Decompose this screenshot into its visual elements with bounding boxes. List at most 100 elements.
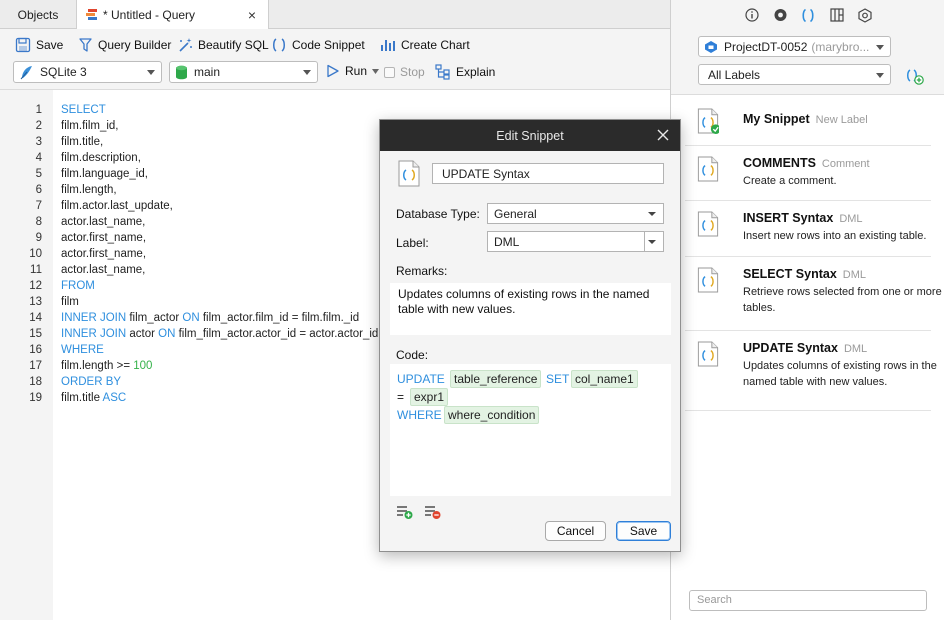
add-placeholder-icon[interactable] [396, 504, 414, 520]
line-number: 11 [30, 264, 42, 276]
snippet-file-icon [697, 211, 719, 237]
database-type-select[interactable]: General [487, 203, 664, 224]
hexagon-icon[interactable] [857, 7, 873, 23]
snippet-title: SELECT Syntax DML [743, 267, 866, 281]
line-number: 19 [29, 392, 42, 404]
database-select[interactable]: main [169, 61, 318, 83]
line-number: 10 [29, 248, 42, 260]
dialog-title-bar: Edit Snippet [380, 120, 680, 151]
label-label: Label: [396, 236, 429, 250]
label-filter-value: All Labels [708, 67, 761, 82]
snippet-item[interactable]: UPDATE Syntax DML Updates columns of exist… [685, 331, 937, 411]
remarks-label: Remarks: [396, 264, 448, 278]
dialog-save-button[interactable]: Save [616, 521, 671, 541]
snippet-title-text: INSERT Syntax [743, 211, 834, 225]
cancel-label: Cancel [556, 524, 595, 538]
sql-token: ASC [102, 392, 127, 404]
line-number: 16 [29, 344, 42, 356]
sqlite-icon [20, 65, 32, 79]
tab-bar: Objects * Untitled - Query × [0, 0, 670, 30]
chevron-down-icon [147, 70, 155, 75]
sql-token: ON [182, 312, 200, 324]
label-filter-select[interactable]: All Labels [698, 64, 891, 85]
code-snippet-button[interactable]: Code Snippet [271, 37, 365, 53]
chevron-down-icon[interactable] [372, 68, 380, 74]
placeholder-table-reference[interactable]: table_reference [450, 370, 542, 388]
code-editor[interactable]: UPDATE table_reference SET col_name1 = e… [390, 364, 671, 496]
tab-objects-label: Objects [17, 7, 59, 22]
connection-select[interactable]: SQLite 3 [13, 61, 162, 83]
eye-icon[interactable] [772, 7, 788, 23]
project-select[interactable]: ProjectDT-0052 (marybro... [698, 36, 891, 57]
snippet-search-input[interactable]: Search [689, 590, 927, 611]
line-number: 1 [35, 104, 42, 116]
keyword-set: SET [546, 372, 570, 386]
remove-placeholder-icon[interactable] [424, 504, 442, 520]
create-chart-button[interactable]: Create Chart [380, 37, 470, 53]
run-button[interactable]: Run [326, 64, 380, 78]
snippet-label-tag: DML [839, 213, 863, 225]
snippet-title-text: COMMENTS [743, 156, 816, 170]
add-snippet-icon[interactable] [904, 67, 924, 85]
query-builder-button[interactable]: Query Builder [78, 37, 171, 53]
code-text: SELECT [61, 102, 106, 118]
stop-button[interactable]: Stop [384, 65, 425, 79]
line-number: 2 [35, 120, 42, 132]
project-icon [705, 40, 717, 53]
close-tab-icon[interactable]: × [248, 7, 256, 23]
save-button[interactable]: Save [15, 37, 63, 53]
explain-button[interactable]: Explain [435, 64, 495, 80]
snippet-description: Insert new rows into an existing table. [743, 230, 927, 242]
keyword-update: UPDATE [397, 372, 445, 386]
chevron-down-icon [648, 212, 656, 216]
snippet-panel: ProjectDT-0052 (marybro... All Labels My… [670, 0, 944, 620]
app-window: Objects * Untitled - Query × Save Query … [0, 0, 944, 620]
code-snippet-icon[interactable] [800, 7, 816, 23]
placeholder-col-name1[interactable]: col_name1 [571, 370, 638, 388]
play-icon [327, 64, 339, 78]
explain-icon [435, 64, 450, 80]
code-text: FROM [61, 278, 95, 294]
dialog-save-label: Save [629, 524, 658, 538]
project-user: (marybro... [811, 39, 870, 54]
remarks-value: Updates columns of existing rows in the … [398, 287, 650, 316]
snippet-item[interactable]: SELECT Syntax DML Retrieve rows selected f… [685, 257, 942, 331]
snippet-item[interactable]: COMMENTS Comment Create a comment. [685, 146, 931, 201]
beautify-sql-button[interactable]: Beautify SQL [177, 37, 269, 53]
tab-objects[interactable]: Objects [0, 0, 77, 29]
snippet-description: Create a comment. [743, 175, 837, 187]
layout-icon[interactable] [829, 7, 845, 23]
code-text: actor.last_name, [61, 264, 146, 276]
snippet-file-icon [697, 156, 719, 182]
snippet-name-input[interactable]: UPDATE Syntax [432, 163, 664, 184]
database-value: main [194, 65, 221, 79]
placeholder-where-condition[interactable]: where_condition [444, 406, 540, 424]
snippet-title-text: My Snippet [743, 112, 810, 126]
sql-token: WHERE [61, 344, 104, 356]
placeholder-expr1[interactable]: expr1 [410, 388, 449, 406]
snippet-item[interactable]: INSERT Syntax DML Insert new rows into an … [685, 201, 931, 257]
code-text: actor.first_name, [61, 248, 147, 260]
create-chart-label: Create Chart [401, 38, 470, 52]
snippet-item[interactable]: My Snippet New Label [685, 96, 931, 146]
sql-token: FROM [61, 280, 95, 292]
snippet-description: Updates columns of existing rows in the … [743, 360, 937, 388]
code-text: film.actor.last_update, [61, 200, 173, 212]
query-builder-label: Query Builder [98, 38, 172, 52]
chevron-down-icon [876, 45, 884, 50]
tab-query[interactable]: * Untitled - Query × [77, 0, 269, 30]
close-icon[interactable] [656, 128, 670, 142]
remarks-textarea[interactable]: Updates columns of existing rows in the … [390, 283, 671, 335]
snippet-file-icon [697, 341, 719, 367]
label-select[interactable]: DML [487, 231, 664, 252]
code-text: WHERE [61, 342, 104, 358]
info-icon[interactable] [744, 7, 760, 23]
line-number: 7 [35, 200, 42, 212]
beautify-sql-label: Beautify SQL [198, 38, 269, 52]
code-text: film.length, [61, 184, 117, 196]
code-text: INNER JOIN film_actor ON film_actor.film… [61, 312, 360, 324]
code-text: film.language_id, [61, 168, 148, 180]
cancel-button[interactable]: Cancel [545, 521, 606, 541]
edit-snippet-dialog: Edit Snippet UPDATE Syntax Database Type… [379, 119, 681, 552]
code-text: film.length >= 100 [61, 360, 153, 372]
